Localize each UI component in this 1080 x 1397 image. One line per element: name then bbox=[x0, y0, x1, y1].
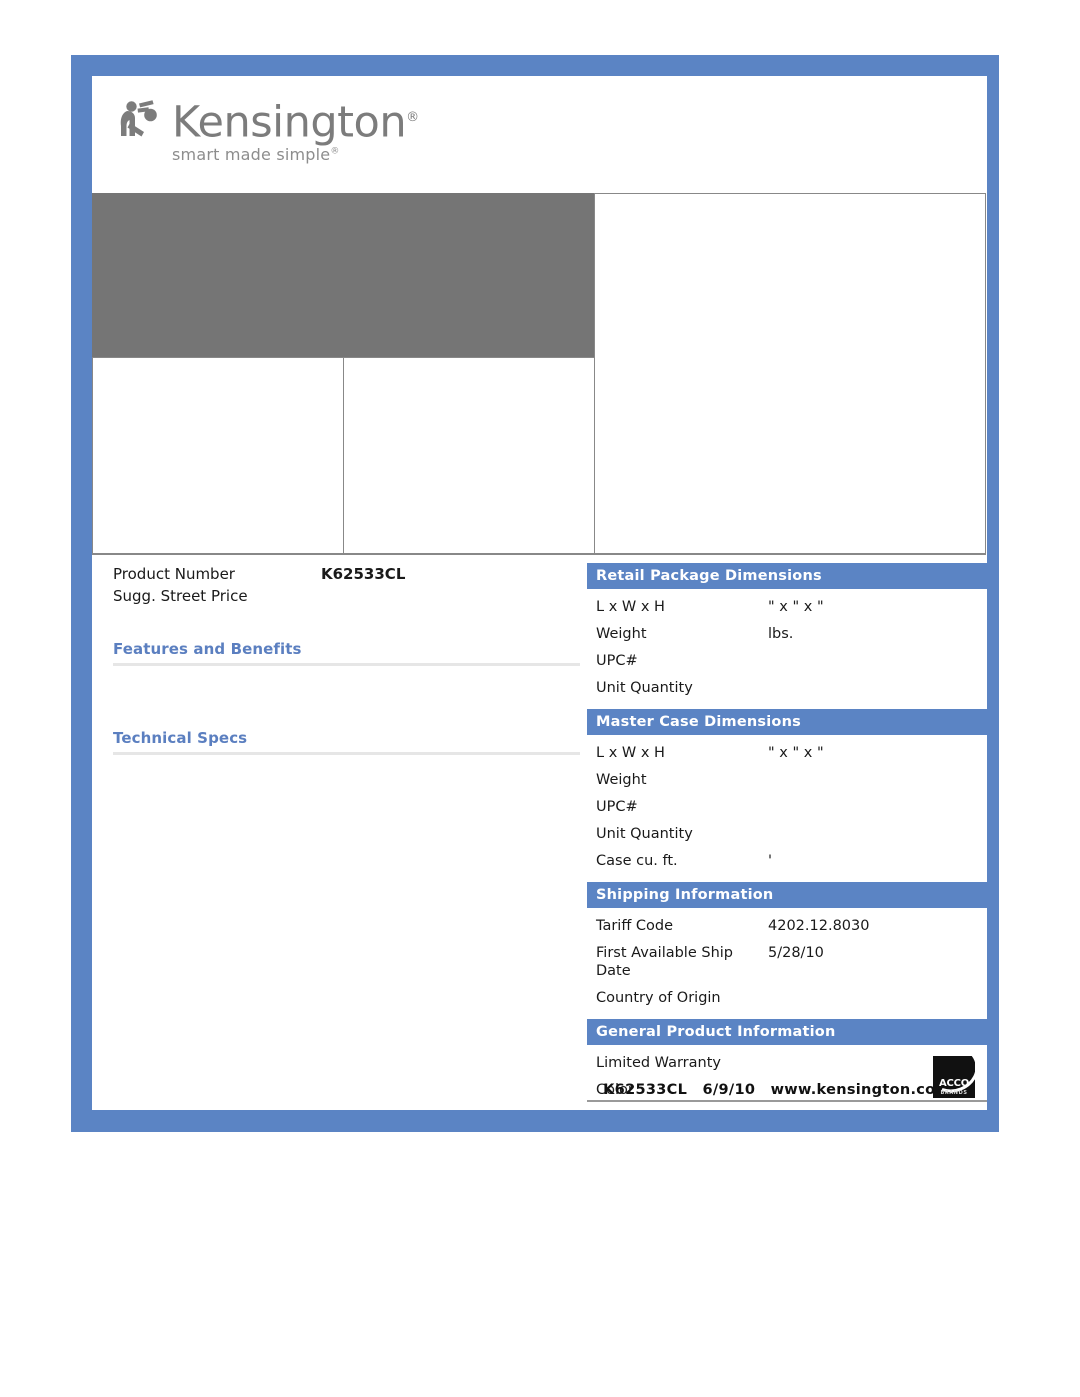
row-value: 5/28/10 bbox=[768, 945, 824, 961]
row-label: Tariff Code bbox=[596, 918, 674, 934]
row-value: lbs. bbox=[768, 626, 794, 642]
row-value bbox=[768, 989, 987, 1007]
logo-row: Kensington® bbox=[117, 96, 419, 144]
row-label: UPC# bbox=[596, 653, 638, 669]
row-value: " x " x " bbox=[768, 745, 824, 761]
table-row: L x W x H " x " x " bbox=[587, 739, 987, 766]
row-label: Country of Origin bbox=[596, 990, 721, 1006]
master-case-section: Master Case Dimensions L x W x H " x " x… bbox=[587, 709, 987, 882]
footer-text: K62533CL 6/9/10 www.kensington.com bbox=[587, 1082, 967, 1098]
acco-logo-sub: BRANDS bbox=[940, 1090, 968, 1096]
row-value bbox=[768, 798, 987, 816]
kensington-figure-icon bbox=[117, 99, 163, 139]
acco-logo-name: ACCO bbox=[938, 1078, 970, 1089]
technical-specs-heading: Technical Specs bbox=[113, 729, 580, 755]
row-value: ' bbox=[768, 853, 772, 869]
product-number-label: Product Number bbox=[113, 565, 235, 583]
table-row: Unit Quantity bbox=[587, 820, 987, 847]
table-row: First Available Ship Date 5/28/10 bbox=[587, 939, 987, 984]
row-label: Weight bbox=[596, 772, 647, 788]
street-price-label: Sugg. Street Price bbox=[113, 587, 248, 605]
kensington-logo: Kensington® smart made simple® bbox=[117, 96, 419, 164]
row-value: 4202.12.8030 bbox=[768, 918, 870, 934]
product-image-main-placeholder bbox=[92, 193, 594, 357]
row-value bbox=[768, 771, 987, 789]
table-row: UPC# bbox=[587, 793, 987, 820]
right-column: Retail Package Dimensions L x W x H " x … bbox=[587, 563, 987, 1111]
table-row: UPC# bbox=[587, 647, 987, 674]
page-blue-frame: Kensington® smart made simple® Product N… bbox=[71, 55, 999, 1132]
spec-body: Product Number K62533CL Sugg. Street Pri… bbox=[92, 563, 987, 1110]
features-and-benefits-body bbox=[113, 666, 580, 696]
footer-sku: K62533CL bbox=[603, 1082, 688, 1098]
retail-package-heading: Retail Package Dimensions bbox=[587, 563, 987, 589]
retail-package-section: Retail Package Dimensions L x W x H " x … bbox=[587, 563, 987, 709]
brand-wordmark: Kensington® bbox=[172, 97, 419, 148]
row-label: Unit Quantity bbox=[596, 826, 693, 842]
retail-package-rows: L x W x H " x " x " Weight lbs. UPC# Uni… bbox=[587, 589, 987, 709]
acco-brands-logo: ACCO BRANDS bbox=[933, 1056, 975, 1098]
row-label: L x W x H bbox=[596, 599, 665, 615]
product-image-grid bbox=[92, 193, 987, 555]
shipping-information-rows: Tariff Code 4202.12.8030 First Available… bbox=[587, 908, 987, 1019]
row-label: Unit Quantity bbox=[596, 680, 693, 696]
features-and-benefits-heading: Features and Benefits bbox=[113, 640, 580, 666]
row-label: UPC# bbox=[596, 799, 638, 815]
page-footer: K62533CL 6/9/10 www.kensington.com ACCO … bbox=[587, 1048, 987, 1102]
table-row: Weight lbs. bbox=[587, 620, 987, 647]
brand-tagline: smart made simple® bbox=[172, 145, 340, 165]
footer-website[interactable]: www.kensington.com bbox=[771, 1082, 951, 1098]
footer-divider bbox=[587, 1100, 987, 1102]
row-value bbox=[768, 652, 987, 670]
row-label: First Available Ship Date bbox=[596, 945, 733, 979]
product-spec-sheet-page: Kensington® smart made simple® Product N… bbox=[0, 0, 1080, 1397]
table-row: Case cu. ft. ' bbox=[587, 847, 987, 874]
shipping-information-section: Shipping Information Tariff Code 4202.12… bbox=[587, 882, 987, 1019]
brand-header: Kensington® smart made simple® bbox=[92, 76, 987, 193]
master-case-heading: Master Case Dimensions bbox=[587, 709, 987, 735]
tagline-registered-mark: ® bbox=[330, 147, 340, 157]
master-case-rows: L x W x H " x " x " Weight UPC# Unit Qua… bbox=[587, 735, 987, 882]
footer-date: 6/9/10 bbox=[702, 1082, 756, 1098]
product-image-thumb-2-placeholder bbox=[343, 357, 595, 555]
row-value bbox=[768, 825, 987, 843]
table-row: Weight bbox=[587, 766, 987, 793]
row-value bbox=[768, 679, 987, 697]
technical-specs-body bbox=[113, 755, 580, 1135]
row-value: " x " x " bbox=[768, 599, 824, 615]
left-column: Product Number K62533CL Sugg. Street Pri… bbox=[113, 563, 580, 1135]
product-number-value: K62533CL bbox=[321, 565, 406, 583]
table-row: Unit Quantity bbox=[587, 674, 987, 701]
table-row: L x W x H " x " x " bbox=[587, 593, 987, 620]
row-label: L x W x H bbox=[596, 745, 665, 761]
product-image-side-placeholder bbox=[594, 193, 986, 555]
product-image-thumb-1-placeholder bbox=[92, 357, 344, 555]
general-product-information-heading: General Product Information bbox=[587, 1019, 987, 1045]
table-row: Tariff Code 4202.12.8030 bbox=[587, 912, 987, 939]
grid-rule-bottom bbox=[92, 553, 986, 555]
table-row: Country of Origin bbox=[587, 984, 987, 1011]
row-label: Case cu. ft. bbox=[596, 853, 678, 869]
product-number-row: Product Number K62533CL bbox=[113, 563, 580, 585]
shipping-information-heading: Shipping Information bbox=[587, 882, 987, 908]
registered-mark: ® bbox=[406, 110, 419, 125]
page-content-area: Kensington® smart made simple® Product N… bbox=[92, 76, 987, 1110]
row-label: Weight bbox=[596, 626, 647, 642]
